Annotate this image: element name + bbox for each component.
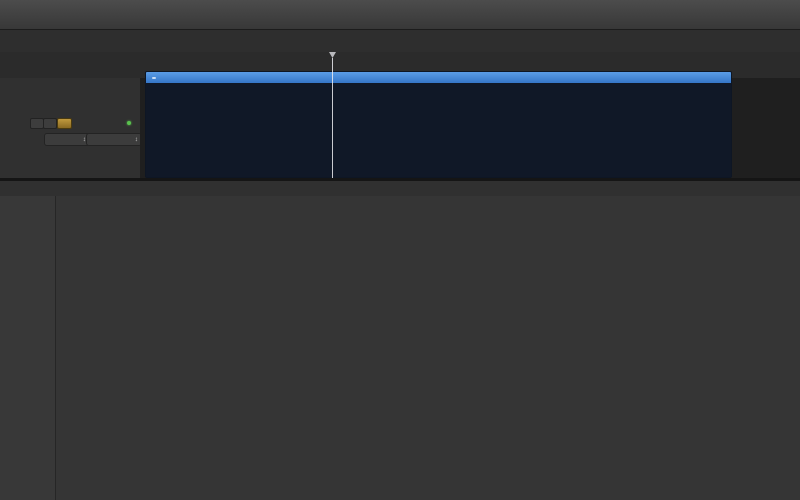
logic-pro-window: ↕ ↕	[0, 0, 800, 500]
track-lane[interactable]	[140, 78, 800, 178]
track-automation-button[interactable]	[57, 118, 72, 129]
channel-strips	[55, 196, 800, 500]
track-lane-row: ↕ ↕	[0, 78, 800, 178]
stereo-region-icon	[152, 77, 156, 79]
control-bar	[0, 0, 800, 30]
track-mute-button[interactable]	[30, 118, 44, 129]
audio-region[interactable]	[145, 71, 732, 178]
automation-mode-dropdown[interactable]: ↕	[44, 133, 90, 146]
region-waveform[interactable]	[146, 83, 731, 177]
region-title-bar[interactable]	[146, 72, 731, 83]
mixer-row-labels	[0, 196, 56, 500]
track-activity-led	[127, 121, 131, 125]
playhead-line[interactable]	[332, 58, 333, 178]
mixer-pane	[0, 196, 800, 500]
automation-param-dropdown[interactable]: ↕	[86, 133, 142, 146]
track-solo-button[interactable]	[43, 118, 57, 129]
mixer-menubar	[0, 181, 800, 197]
track-header[interactable]: ↕ ↕	[0, 78, 141, 178]
tracks-area-menubar	[0, 30, 800, 53]
